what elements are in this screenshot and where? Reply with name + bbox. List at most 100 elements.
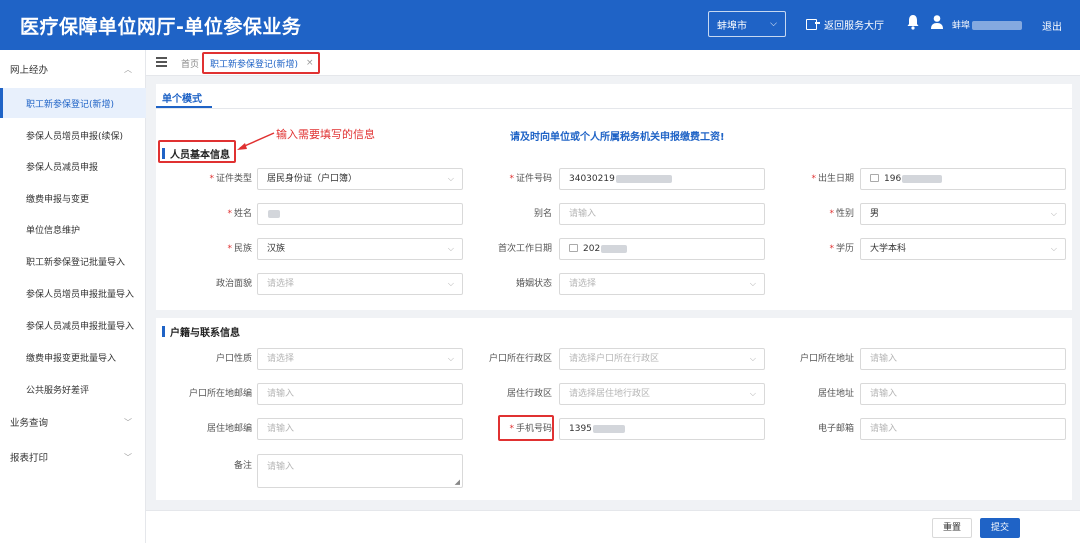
section-title-text: 户籍与联系信息 <box>170 328 240 339</box>
sidebar-item-unit-info[interactable]: 单位信息维护 <box>0 214 146 244</box>
sidebar-item-label: 参保人员增员申报批量导入 <box>26 289 135 300</box>
sidebar-group-label: 网上经办 <box>10 65 49 76</box>
sidebar-item-batch-enrollment[interactable]: 职工新参保登记批量导入 <box>0 246 146 276</box>
user-menu[interactable]: 蚌埠 <box>952 18 1023 31</box>
bell-icon[interactable] <box>906 14 920 30</box>
redacted-value <box>268 209 280 218</box>
mobile-input[interactable]: 1395 <box>559 418 765 440</box>
sidebar-group-query[interactable]: 业务查询 ﹀ <box>0 410 146 434</box>
tab-single-mode[interactable]: 单个模式 <box>162 90 202 105</box>
remark-textarea[interactable]: 请输入 ◢ <box>257 454 463 488</box>
required-marker: * <box>829 244 834 254</box>
birth-date-picker[interactable]: 196 <box>860 168 1066 190</box>
section-title-household: 户籍与联系信息 <box>162 324 240 339</box>
section-title-basic: 人员基本信息 <box>162 146 230 161</box>
sidebar-item-batch-add[interactable]: 参保人员增员申报批量导入 <box>0 278 146 308</box>
gender-select[interactable]: 男 ⌵ <box>860 203 1066 225</box>
redacted-value <box>592 424 625 433</box>
tab-bar: 首页 职工新参保登记(新增) × <box>146 50 1080 76</box>
redacted-value <box>902 174 943 183</box>
chevron-down-icon: ﹀ <box>124 417 132 427</box>
label-email: 电子邮箱 <box>817 424 854 434</box>
education-select[interactable]: 大学本科 ⌵ <box>860 238 1066 260</box>
marital-status-select[interactable]: 请选择 ⌵ <box>559 273 765 295</box>
sidebar-item-label: 参保人员减员申报 <box>26 162 99 173</box>
label-hukou-address: 户口所在地址 <box>799 354 854 364</box>
sidebar-item-label: 参保人员增员申报(续保) <box>26 131 124 142</box>
ethnicity-select[interactable]: 汉族 ⌵ <box>257 238 463 260</box>
return-service-hall-link[interactable]: 返回服务大厅 <box>806 17 884 32</box>
sidebar-item-payment-declaration[interactable]: 缴费申报与变更 <box>0 183 146 213</box>
label-birth-date: * 出生日期 <box>811 174 854 184</box>
mobile-value: 1395 <box>569 424 592 434</box>
hukou-address-placeholder: 请输入 <box>870 354 898 364</box>
sidebar-item-service-rating[interactable]: 公共服务好差评 <box>0 374 146 404</box>
id-number-input[interactable]: 34030219 <box>559 168 765 190</box>
section-title-text: 人员基本信息 <box>170 150 230 161</box>
sidebar-item-label: 公共服务好差评 <box>26 385 90 396</box>
gender-value: 男 <box>870 209 880 219</box>
menu-collapse-icon[interactable] <box>156 57 167 67</box>
top-header: 医疗保障单位网厅-单位参保业务 蚌埠市 ⌵ 返回服务大厅 蚌埠 退出 <box>0 0 1080 50</box>
submit-button[interactable]: 提交 <box>980 518 1020 538</box>
user-icon <box>931 15 943 29</box>
required-marker: * <box>811 174 816 184</box>
tax-notice: 请及时向单位或个人所属税务机关申报缴费工资! <box>510 132 725 143</box>
chevron-down-icon: ⌵ <box>1050 209 1057 218</box>
residence-postal-placeholder: 请输入 <box>267 424 295 434</box>
label-marital-status: 婚姻状态 <box>515 279 552 289</box>
required-marker: * <box>509 424 514 434</box>
user-name: 蚌埠 <box>952 21 971 31</box>
close-icon[interactable]: × <box>306 58 314 68</box>
tab-new-enrollment[interactable]: 职工新参保登记(新增) × <box>202 52 320 74</box>
alias-placeholder: 请输入 <box>569 209 597 219</box>
sidebar-item-label: 缴费申报与变更 <box>26 194 90 205</box>
chevron-down-icon: ⌵ <box>447 354 454 363</box>
required-marker: * <box>509 174 514 184</box>
sidebar-item-batch-payment[interactable]: 缴费申报变更批量导入 <box>0 342 146 372</box>
first-work-date-picker[interactable]: 202 <box>559 238 765 260</box>
logout-button[interactable]: 退出 <box>1042 18 1062 33</box>
political-status-select[interactable]: 请选择 ⌵ <box>257 273 463 295</box>
hukou-type-placeholder: 请选择 <box>267 354 295 364</box>
email-input[interactable]: 请输入 <box>860 418 1066 440</box>
name-input[interactable] <box>257 203 463 225</box>
chevron-down-icon: ﹀ <box>124 452 132 462</box>
label-first-work-date: 首次工作日期 <box>497 244 552 254</box>
residence-region-select[interactable]: 请选择居住地行政区 ⌵ <box>559 383 765 405</box>
hukou-postal-input[interactable]: 请输入 <box>257 383 463 405</box>
hukou-address-input[interactable]: 请输入 <box>860 348 1066 370</box>
reset-button[interactable]: 重置 <box>932 518 972 538</box>
annotation-text: 输入需要填写的信息 <box>276 128 375 141</box>
sidebar-item-batch-remove[interactable]: 参保人员减员申报批量导入 <box>0 310 146 340</box>
political-status-placeholder: 请选择 <box>267 279 295 289</box>
id-type-select[interactable]: 居民身份证（户口簿） ⌵ <box>257 168 463 190</box>
residence-address-input[interactable]: 请输入 <box>860 383 1066 405</box>
resize-handle-icon[interactable]: ◢ <box>455 478 460 486</box>
hukou-region-select[interactable]: 请选择户口所在行政区 ⌵ <box>559 348 765 370</box>
sidebar-item-label: 参保人员减员申报批量导入 <box>26 321 135 332</box>
city-select[interactable]: 蚌埠市 ⌵ <box>708 11 786 37</box>
sidebar-item-label: 单位信息维护 <box>26 225 81 236</box>
chevron-down-icon: ⌵ <box>447 174 454 183</box>
chevron-down-icon: ⌵ <box>1050 244 1057 253</box>
tab-home[interactable]: 首页 <box>181 57 199 70</box>
label-alias: 别名 <box>533 209 552 219</box>
hukou-type-select[interactable]: 请选择 ⌵ <box>257 348 463 370</box>
sidebar-group-label: 业务查询 <box>10 418 49 429</box>
label-ethnicity: * 民族 <box>227 244 252 254</box>
chevron-up-icon: ︿ <box>124 64 132 74</box>
sidebar-item-add-member[interactable]: 参保人员增员申报(续保) <box>0 120 146 150</box>
sidebar-item-new-enrollment[interactable]: 职工新参保登记(新增) <box>0 88 146 118</box>
id-number-value: 34030219 <box>569 174 615 184</box>
residence-postal-input[interactable]: 请输入 <box>257 418 463 440</box>
sidebar-item-remove-member[interactable]: 参保人员减员申报 <box>0 151 146 181</box>
sidebar-group-online[interactable]: 网上经办 ︿ <box>0 57 146 81</box>
sidebar-group-label: 报表打印 <box>10 453 49 464</box>
alias-input[interactable]: 请输入 <box>559 203 765 225</box>
email-placeholder: 请输入 <box>870 424 898 434</box>
sidebar-group-reports[interactable]: 报表打印 ﹀ <box>0 445 146 469</box>
id-type-value: 居民身份证（户口簿） <box>267 174 358 184</box>
marital-status-placeholder: 请选择 <box>569 279 597 289</box>
label-hukou-type: 户口性质 <box>215 354 252 364</box>
